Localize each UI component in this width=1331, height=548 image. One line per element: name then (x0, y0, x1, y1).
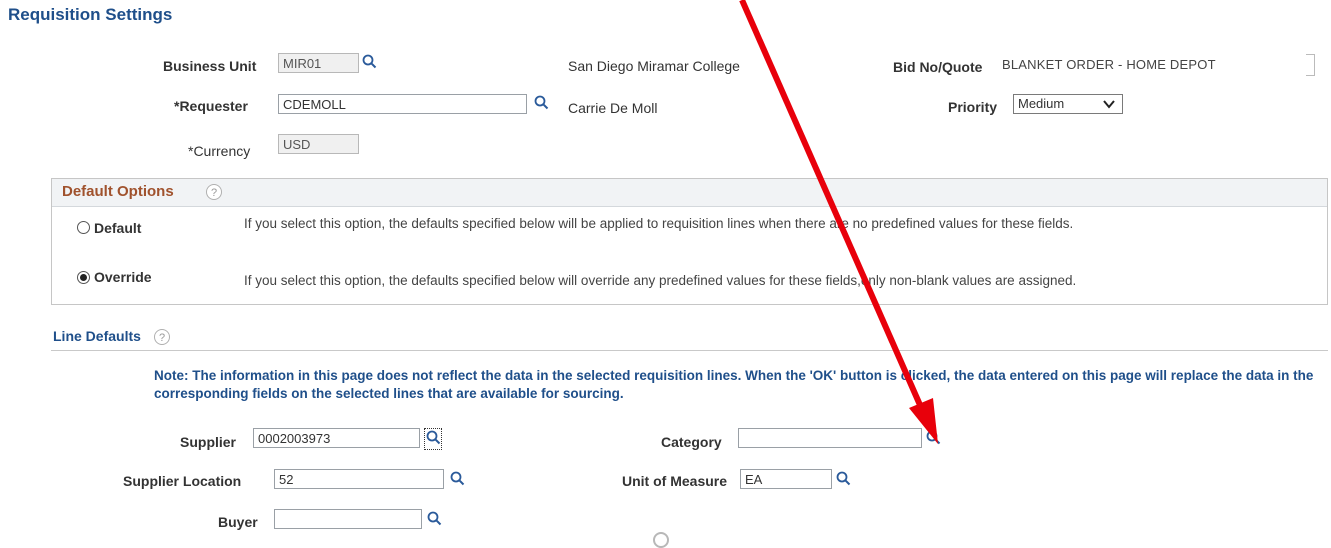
line-defaults-title: Line Defaults (53, 328, 141, 344)
priority-selected-value: Medium (1018, 96, 1065, 111)
requester-description: Carrie De Moll (568, 100, 658, 116)
currency-field: USD (278, 134, 359, 154)
default-radio-label[interactable]: Default (94, 220, 141, 236)
supplier-search-icon[interactable] (424, 428, 442, 450)
business-unit-description: San Diego Miramar College (568, 58, 740, 74)
unit-of-measure-field[interactable]: EA (740, 469, 832, 489)
category-label: Category (661, 434, 722, 450)
currency-label: *Currency (188, 143, 251, 159)
chevron-down-icon (1103, 100, 1115, 109)
override-radio-label[interactable]: Override (94, 269, 152, 285)
buyer-search-icon[interactable] (426, 510, 444, 528)
default-radio[interactable] (77, 221, 90, 234)
bid-no-quote-value: BLANKET ORDER - HOME DEPOT (1002, 57, 1216, 72)
partial-help-icon (653, 532, 669, 548)
override-option-description: If you select this option, the defaults … (244, 273, 1077, 288)
business-unit-search-icon[interactable] (361, 53, 379, 71)
category-field[interactable] (738, 428, 922, 448)
supplier-location-field[interactable]: 52 (274, 469, 444, 489)
supplier-location-search-icon[interactable] (449, 470, 467, 488)
buyer-label: Buyer (218, 514, 258, 530)
default-options-header: Default Options ? (52, 179, 1327, 207)
default-options-group: Default Options ? Default If you select … (51, 178, 1328, 305)
default-option-description: If you select this option, the defaults … (244, 216, 1074, 231)
bid-no-quote-label: Bid No/Quote (893, 59, 983, 75)
priority-select[interactable]: Medium (1013, 94, 1123, 114)
requester-field[interactable]: CDEMOLL (278, 94, 527, 114)
category-search-icon[interactable] (925, 429, 943, 447)
help-icon[interactable]: ? (206, 184, 222, 200)
override-radio[interactable] (77, 271, 90, 284)
line-defaults-help-icon[interactable]: ? (154, 329, 170, 345)
section-divider (51, 350, 1328, 351)
priority-label: Priority (948, 99, 998, 115)
note-text: The information in this page does not re… (154, 368, 1314, 401)
page-title: Requisition Settings (8, 5, 173, 24)
supplier-label: Supplier (180, 434, 237, 450)
default-options-title: Default Options (62, 183, 174, 200)
unit-of-measure-label: Unit of Measure (622, 473, 728, 489)
requester-search-icon[interactable] (533, 94, 551, 112)
unit-of-measure-search-icon[interactable] (835, 470, 853, 488)
requester-label: *Requester (174, 98, 248, 114)
business-unit-label: Business Unit (163, 58, 257, 74)
supplier-field[interactable]: 0002003973 (253, 428, 420, 448)
note-prefix: Note: (154, 368, 189, 383)
buyer-field[interactable] (274, 509, 422, 529)
business-unit-field[interactable]: MIR01 (278, 53, 359, 73)
bid-no-quote-field-edge (1306, 54, 1315, 76)
supplier-location-label: Supplier Location (123, 473, 242, 489)
line-defaults-note: Note: The information in this page does … (154, 367, 1314, 403)
